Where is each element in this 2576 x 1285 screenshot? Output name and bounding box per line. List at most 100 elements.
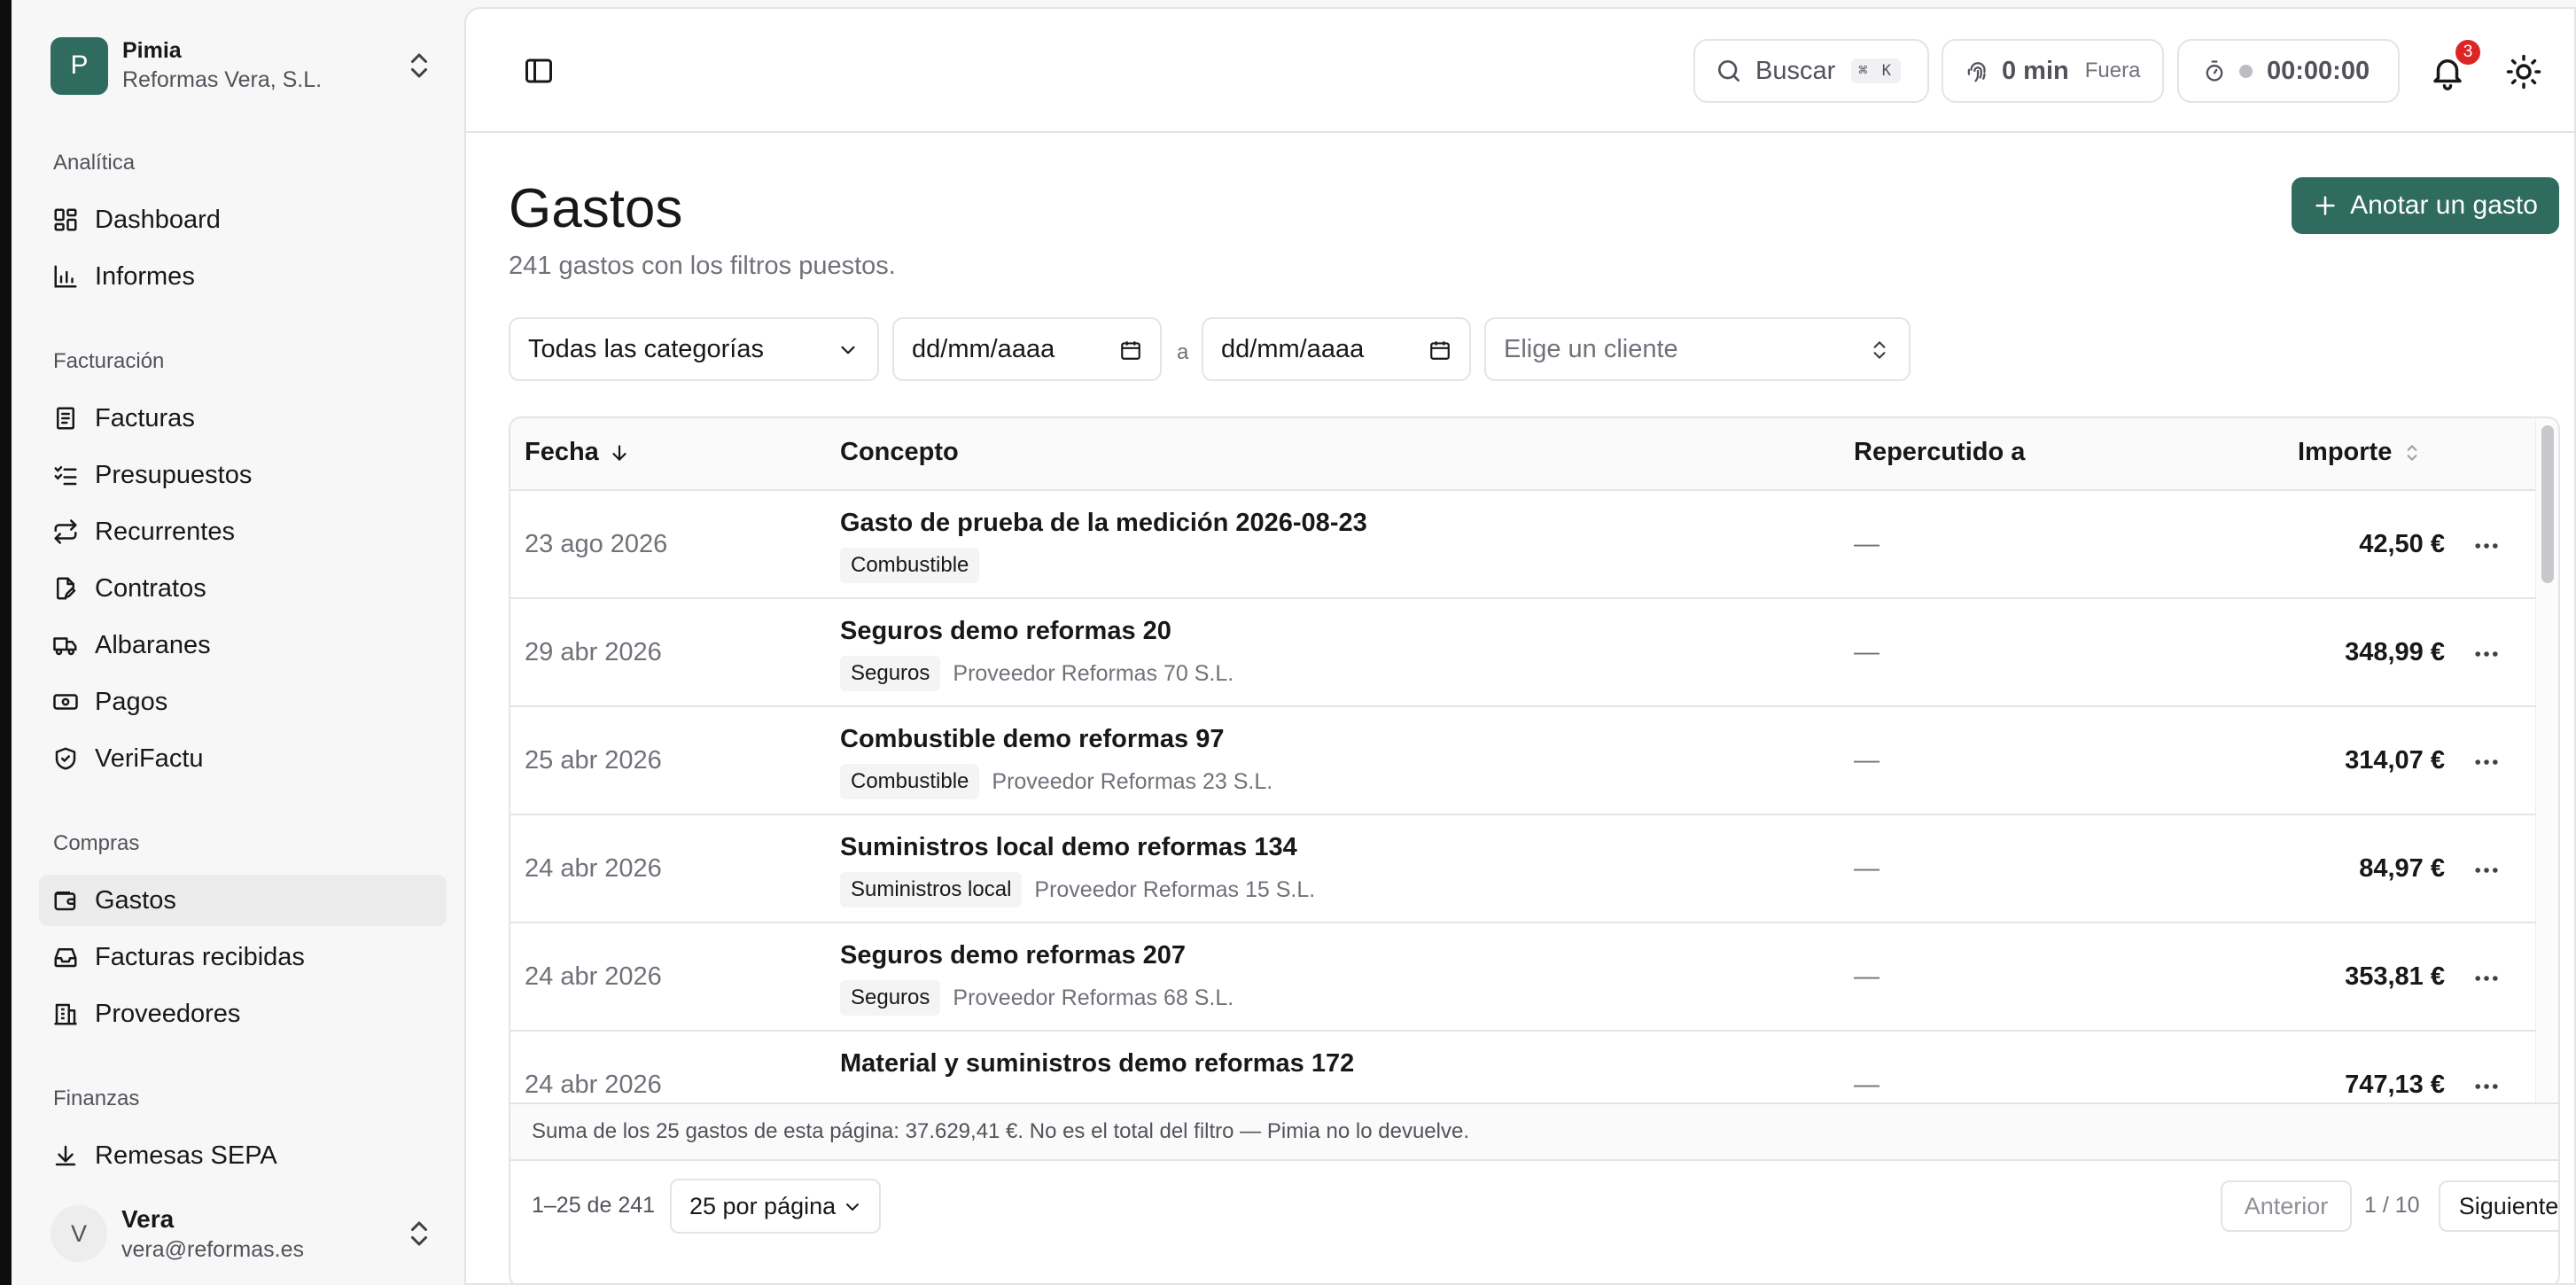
more-icon[interactable]: [2471, 1074, 2502, 1099]
sidebar-item-albaranes[interactable]: Albaranes: [39, 619, 447, 671]
table-row[interactable]: 23 ago 2026 Gasto de prueba de la medici…: [510, 491, 2535, 599]
page-sum-note: Suma de los 25 gastos de esta página: 37…: [510, 1102, 2558, 1161]
more-icon[interactable]: [2471, 642, 2502, 666]
sidebar-item-label: Proveedores: [95, 999, 241, 1028]
date-from-input[interactable]: dd/mm/aaaa: [892, 317, 1162, 381]
sidebar-item-presupuestos[interactable]: Presupuestos: [39, 449, 447, 501]
building-icon: [54, 1003, 77, 1025]
invoice-icon: [57, 407, 74, 430]
page-size-select[interactable]: 25 por página: [670, 1179, 881, 1234]
sidebar-item-gastos[interactable]: Gastos: [39, 875, 447, 926]
row-concept: Seguros demo reformas 20: [840, 617, 1171, 645]
sidebar-item-proveedores[interactable]: Proveedores: [39, 988, 447, 1040]
sidebar-toggle-icon[interactable]: [523, 55, 555, 87]
table-row[interactable]: 24 abr 2026 Material y suministros demo …: [510, 1032, 2535, 1102]
row-supplier: Proveedor Reformas 23 S.L.: [992, 768, 1273, 794]
sidebar-item-label: Presupuestos: [95, 460, 253, 489]
section-label-compras: Compras: [53, 831, 140, 855]
expenses-table: Fecha Concepto Repercutido a Importe 23 …: [509, 417, 2560, 1283]
more-icon[interactable]: [2471, 533, 2502, 558]
file-pen-icon: [57, 577, 76, 600]
sidebar-item-verifactu[interactable]: VeriFactu: [39, 733, 447, 784]
sidebar-item-informes[interactable]: Informes: [39, 251, 447, 302]
sidebar-item-contratos[interactable]: Contratos: [39, 563, 447, 614]
org-avatar: P: [51, 36, 108, 95]
row-concept: Gasto de prueba de la medición 2026-08-2…: [840, 509, 1367, 537]
row-repercutido: —: [1854, 530, 1879, 558]
category-tag: Seguros: [840, 980, 941, 1016]
repeat-icon: [54, 519, 77, 544]
row-date: 29 abr 2026: [525, 638, 662, 666]
sidebar-item-pagos[interactable]: Pagos: [39, 676, 447, 728]
page-subtitle: 241 gastos con los filtros puestos.: [509, 252, 896, 280]
chevron-down-icon: [841, 346, 855, 354]
sidebar-item-label: Contratos: [95, 573, 206, 603]
category-select[interactable]: Todas las categorías: [509, 317, 879, 381]
column-header-fecha[interactable]: Fecha: [525, 438, 631, 467]
row-concept: Combustible demo reformas 97: [840, 725, 1225, 753]
date-range-separator: a: [1177, 340, 1189, 364]
previous-page-button[interactable]: Anterior: [2221, 1180, 2352, 1232]
client-placeholder: Elige un cliente: [1504, 334, 1678, 363]
sidebar-item-remesas-sepa[interactable]: Remesas SEPA: [39, 1130, 447, 1181]
more-icon[interactable]: [2471, 966, 2502, 991]
sidebar-item-dashboard[interactable]: Dashboard: [39, 194, 447, 245]
calendar-icon: [1121, 341, 1140, 360]
row-amount: 348,99 €: [2345, 638, 2445, 666]
table-row[interactable]: 29 abr 2026 Seguros demo reformas 20 Seg…: [510, 599, 2535, 707]
sun-icon[interactable]: [2505, 53, 2542, 90]
table-row[interactable]: 25 abr 2026 Combustible demo reformas 97…: [510, 707, 2535, 815]
sidebar: P Pimia Reformas Vera, S.L. Analítica Da…: [12, 0, 464, 1285]
row-date: 24 abr 2026: [525, 962, 662, 991]
table-row[interactable]: 24 abr 2026 Suministros local demo refor…: [510, 815, 2535, 923]
banknote-icon: [53, 694, 78, 710]
topbar: Buscar ⌘ K 0 min Fuera 00:00:00 3: [466, 9, 2574, 133]
sidebar-item-label: VeriFactu: [95, 744, 204, 773]
scrollbar-thumb[interactable]: [2541, 425, 2554, 583]
row-amount: 84,97 €: [2359, 854, 2445, 883]
download-icon: [55, 1145, 76, 1166]
date-to-value: dd/mm/aaaa: [1221, 334, 1365, 363]
sidebar-item-facturas[interactable]: Facturas: [39, 393, 447, 444]
page-indicator: 1 / 10: [2364, 1193, 2420, 1218]
truck-icon: [53, 637, 77, 656]
next-page-button[interactable]: Siguiente: [2439, 1180, 2558, 1232]
wallet-icon: [54, 892, 76, 911]
date-to-input[interactable]: dd/mm/aaaa: [1202, 317, 1471, 381]
plus-icon: [2315, 196, 2335, 215]
row-date: 24 abr 2026: [525, 854, 662, 883]
chevrons-up-down-icon: [2407, 444, 2417, 461]
search-shortcut: ⌘ K: [1851, 58, 1901, 83]
row-supplier: Proveedor Reformas 68 S.L.: [953, 985, 1234, 1010]
user-switcher[interactable]: V Vera vera@reformas.es: [51, 1198, 446, 1269]
sidebar-item-label: Pagos: [95, 687, 168, 716]
category-tag: Suministros local: [840, 872, 1023, 907]
more-icon[interactable]: [2471, 858, 2502, 883]
search-button[interactable]: Buscar ⌘ K: [1693, 39, 1929, 103]
category-tag: Combustible: [840, 764, 980, 799]
client-select[interactable]: Elige un cliente: [1484, 317, 1911, 381]
sidebar-item-facturas-recibidas[interactable]: Facturas recibidas: [39, 931, 447, 983]
main-panel: Buscar ⌘ K 0 min Fuera 00:00:00 3 Gastos…: [464, 7, 2576, 1285]
timer-button[interactable]: 00:00:00: [2177, 39, 2400, 103]
row-concept: Material y suministros demo reformas 172: [840, 1049, 1355, 1078]
sidebar-item-recurrentes[interactable]: Recurrentes: [39, 506, 447, 557]
more-icon[interactable]: [2471, 750, 2502, 775]
org-switcher[interactable]: P Pimia Reformas Vera, S.L.: [51, 30, 446, 101]
sidebar-item-label: Remesas SEPA: [95, 1141, 277, 1170]
shield-check-icon: [55, 747, 76, 770]
timer-status-dot: [2239, 64, 2253, 78]
table-scrollbar[interactable]: [2535, 418, 2558, 1102]
window-edge: [0, 0, 12, 1285]
add-expense-button[interactable]: Anotar un gasto: [2292, 177, 2559, 234]
chevrons-up-down-icon: [1873, 341, 1886, 359]
chart-bar-icon: [54, 265, 77, 288]
row-supplier: Proveedor Reformas 70 S.L.: [953, 660, 1234, 686]
table-row[interactable]: 24 abr 2026 Seguros demo reformas 207 Se…: [510, 923, 2535, 1032]
date-from-value: dd/mm/aaaa: [912, 334, 1055, 363]
timer-value: 00:00:00: [2267, 56, 2370, 85]
org-name: Pimia: [122, 38, 182, 63]
clock-in-button[interactable]: 0 min Fuera: [1942, 39, 2164, 103]
column-header-importe[interactable]: Importe: [2298, 438, 2424, 467]
clock-state: Fuera: [2084, 58, 2141, 82]
